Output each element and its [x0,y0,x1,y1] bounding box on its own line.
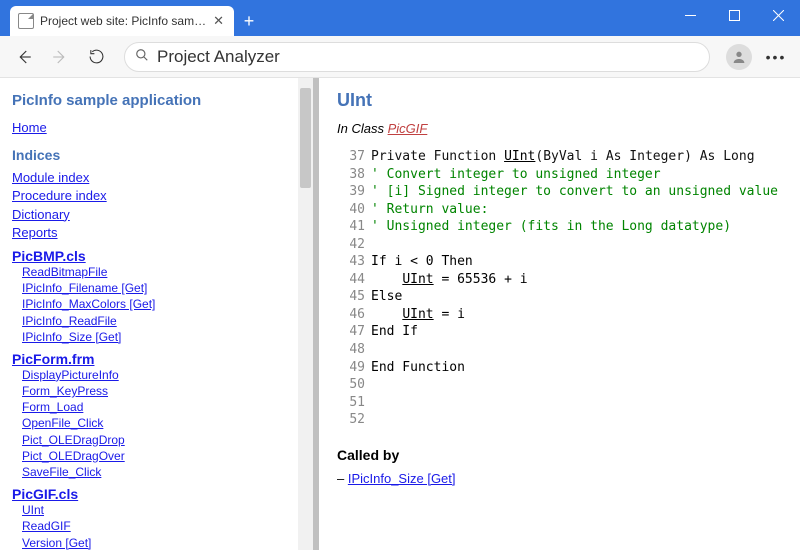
code-line: 51 [337,394,782,412]
code-line: 38' Convert integer to unsigned integer [337,166,782,184]
caller-link[interactable]: IPicInfo_Size [Get] [348,471,456,486]
back-button[interactable] [8,41,40,73]
indices-heading: Indices [12,147,301,163]
code-line: 47End If [337,323,782,341]
module-link[interactable]: PicGIF.cls [12,486,301,502]
procedure-link[interactable]: DisplayPictureInfo [22,367,301,383]
procedure-link[interactable]: UInt [22,502,301,518]
procedure-link[interactable]: IPicInfo_Filename [Get] [22,280,301,296]
page-content: PicInfo sample application Home Indices … [0,78,800,550]
class-link[interactable]: PicGIF [388,121,428,136]
code-line: 45Else [337,288,782,306]
index-link[interactable]: Reports [12,224,301,242]
new-tab-button[interactable]: + [234,6,264,36]
procedure-link[interactable]: ReadGIF [22,518,301,534]
module-link[interactable]: PicBMP.cls [12,248,301,264]
code-line: 40' Return value: [337,201,782,219]
procedure-link[interactable]: IPicInfo_Size [Get] [22,329,301,345]
more-menu-button[interactable]: ••• [760,41,792,73]
refresh-button[interactable] [80,41,112,73]
browser-toolbar: ••• [0,36,800,78]
home-link[interactable]: Home [12,119,301,137]
close-tab-button[interactable]: ✕ [211,13,226,29]
code-line: 37Private Function UInt(ByVal i As Integ… [337,148,782,166]
callers-list: – IPicInfo_Size [Get] [337,471,782,486]
index-link[interactable]: Dictionary [12,206,301,224]
maximize-button[interactable] [712,0,756,30]
main-panel: UInt In Class PicGIF 37Private Function … [313,78,800,550]
search-icon [135,48,149,65]
module-link[interactable]: PicForm.frm [12,351,301,367]
code-line: 48 [337,341,782,359]
in-class-line: In Class PicGIF [337,121,782,136]
code-line: 39' [i] Signed integer to convert to an … [337,183,782,201]
forward-button[interactable] [44,41,76,73]
procedure-link[interactable]: Version [Get] [22,535,301,550]
titlebar: Project web site: PicInfo sample a ✕ + [0,0,800,36]
caller-item: – IPicInfo_Size [Get] [337,471,782,486]
close-window-button[interactable] [756,0,800,30]
code-line: 50 [337,376,782,394]
address-input[interactable] [155,46,699,68]
procedure-link[interactable]: Form_KeyPress [22,383,301,399]
code-line: 41' Unsigned integer (fits in the Long d… [337,218,782,236]
sidebar-title: PicInfo sample application [12,92,301,109]
address-bar[interactable] [124,42,710,72]
sidebar-nav: PicInfo sample application Home Indices … [0,78,313,550]
procedure-link[interactable]: Form_Load [22,399,301,415]
procedure-title: UInt [337,90,782,111]
procedure-link[interactable]: IPicInfo_MaxColors [Get] [22,296,301,312]
sidebar-scrollbar[interactable] [298,78,313,550]
code-line: 44 UInt = 65536 + i [337,271,782,289]
procedure-link[interactable]: Pict_OLEDragDrop [22,432,301,448]
code-line: 46 UInt = i [337,306,782,324]
index-link[interactable]: Module index [12,169,301,187]
procedure-link[interactable]: IPicInfo_ReadFile [22,313,301,329]
procedure-link[interactable]: OpenFile_Click [22,415,301,431]
scrollbar-thumb[interactable] [300,88,311,188]
called-by-heading: Called by [337,447,782,463]
procedure-link[interactable]: SaveFile_Click [22,464,301,480]
code-listing: 37Private Function UInt(ByVal i As Integ… [337,148,782,429]
page-icon [18,13,34,29]
code-line: 43If i < 0 Then [337,253,782,271]
code-line: 52 [337,411,782,429]
index-link[interactable]: Procedure index [12,187,301,205]
tab-title: Project web site: PicInfo sample a [40,14,211,28]
procedure-link[interactable]: ReadBitmapFile [22,264,301,280]
procedure-link[interactable]: Pict_OLEDragOver [22,448,301,464]
profile-avatar[interactable] [726,44,752,70]
browser-tab[interactable]: Project web site: PicInfo sample a ✕ [10,6,234,36]
code-line: 49End Function [337,359,782,377]
minimize-button[interactable] [668,0,712,30]
code-line: 42 [337,236,782,254]
